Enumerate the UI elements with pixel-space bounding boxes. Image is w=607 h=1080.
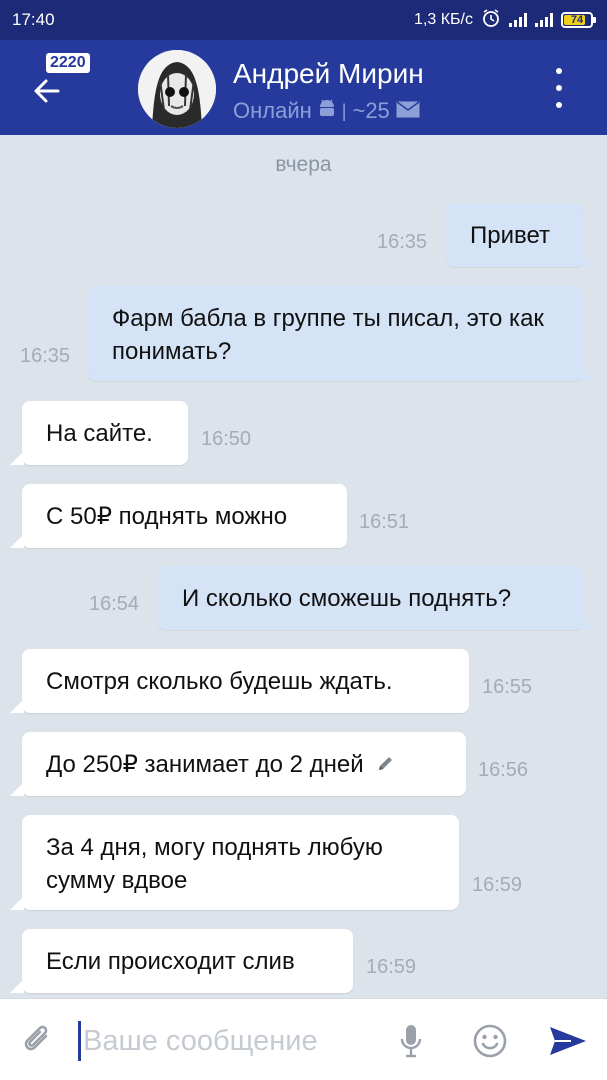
- battery-level: 74: [570, 14, 584, 26]
- message-time: 16:35: [20, 345, 71, 367]
- emoji-button[interactable]: [470, 1021, 510, 1061]
- message-text: С 50₽ поднять можно: [46, 503, 288, 530]
- message-time: 16:50: [201, 428, 252, 450]
- date-separator: вчера: [275, 153, 332, 176]
- send-button[interactable]: [546, 1021, 590, 1061]
- message-bubble-incoming[interactable]: С 50₽ поднять можно: [10, 484, 347, 548]
- message-time: 16:59: [472, 874, 523, 896]
- status-divider: |: [341, 100, 347, 121]
- envelope-icon: [396, 98, 420, 124]
- message-bubble-outgoing[interactable]: И сколько сможешь поднять?: [158, 566, 595, 630]
- message-composer: [0, 998, 607, 1080]
- status-indicators: 1,3 КБ/с 74: [414, 8, 596, 33]
- attach-button[interactable]: [18, 1021, 58, 1061]
- message-text: И сколько сможешь поднять?: [182, 585, 512, 612]
- message-bubble-outgoing[interactable]: Фарм бабла в группе ты писал, это как по…: [88, 286, 595, 381]
- message-text: Если происходит слив: [46, 948, 295, 975]
- message-time: 16:59: [366, 956, 417, 978]
- avatar-image: [138, 50, 216, 128]
- message-text: На сайте.: [46, 420, 153, 447]
- status-time: 17:40: [12, 10, 55, 29]
- message-count: ~25: [352, 98, 390, 123]
- more-dot: [556, 85, 562, 91]
- battery-icon: 74: [561, 12, 596, 28]
- message-text: Фарм бабла в группе ты писал, это как по…: [112, 305, 544, 365]
- message-bubble-incoming[interactable]: Смотря сколько будешь ждать.: [10, 649, 469, 713]
- message-bubble-incoming[interactable]: До 250₽ занимает до 2 дней: [10, 732, 466, 796]
- network-speed: 1,3 КБ/с: [414, 11, 473, 28]
- voice-button[interactable]: [396, 1021, 426, 1061]
- message-bubble-incoming[interactable]: На сайте.: [10, 401, 188, 465]
- message-bubble-outgoing[interactable]: Привет: [446, 203, 595, 267]
- android-icon: [318, 98, 336, 124]
- message-time: 16:54: [89, 593, 140, 615]
- chat-header: 2220 Андрей Мирин Онлайн | ~25: [0, 40, 607, 135]
- status-bar: 17:40 1,3 КБ/с 74: [0, 0, 607, 40]
- message-time: 16:55: [482, 676, 533, 698]
- contact-status: Онлайн | ~25: [233, 98, 420, 124]
- message-text: До 250₽ занимает до 2 дней: [46, 751, 364, 778]
- signal-icon-2: [535, 13, 553, 27]
- smiley-icon: [473, 1024, 507, 1058]
- contact-name[interactable]: Андрей Мирин: [233, 58, 424, 90]
- edited-pencil-icon: [376, 749, 396, 782]
- more-dot: [556, 68, 562, 74]
- signal-icon: [509, 13, 527, 27]
- send-icon: [550, 1027, 586, 1055]
- paperclip-icon: [24, 1025, 48, 1051]
- message-bubble-incoming[interactable]: Если происходит слив: [10, 929, 353, 993]
- message-text: Привет: [470, 222, 551, 249]
- avatar[interactable]: [138, 50, 216, 128]
- more-dot: [556, 102, 562, 108]
- more-options-button[interactable]: [548, 68, 570, 108]
- message-input[interactable]: [78, 1021, 378, 1061]
- message-text: За 4 дня, могу поднять любую сумму вдвое: [46, 834, 383, 894]
- message-text: Смотря сколько будешь ждать.: [46, 668, 393, 695]
- message-bubble-incoming[interactable]: За 4 дня, могу поднять любую сумму вдвое: [10, 815, 459, 910]
- message-time: 16:51: [359, 511, 410, 533]
- unread-badge: 2220: [46, 53, 90, 73]
- online-status: Онлайн: [233, 98, 312, 123]
- alarm-icon: [481, 8, 501, 33]
- message-time: 16:56: [478, 759, 529, 781]
- message-time: 16:35: [377, 231, 428, 253]
- microphone-icon: [400, 1025, 422, 1058]
- message-list[interactable]: вчера Привет 16:35 Фарм бабла в группе т…: [0, 135, 607, 998]
